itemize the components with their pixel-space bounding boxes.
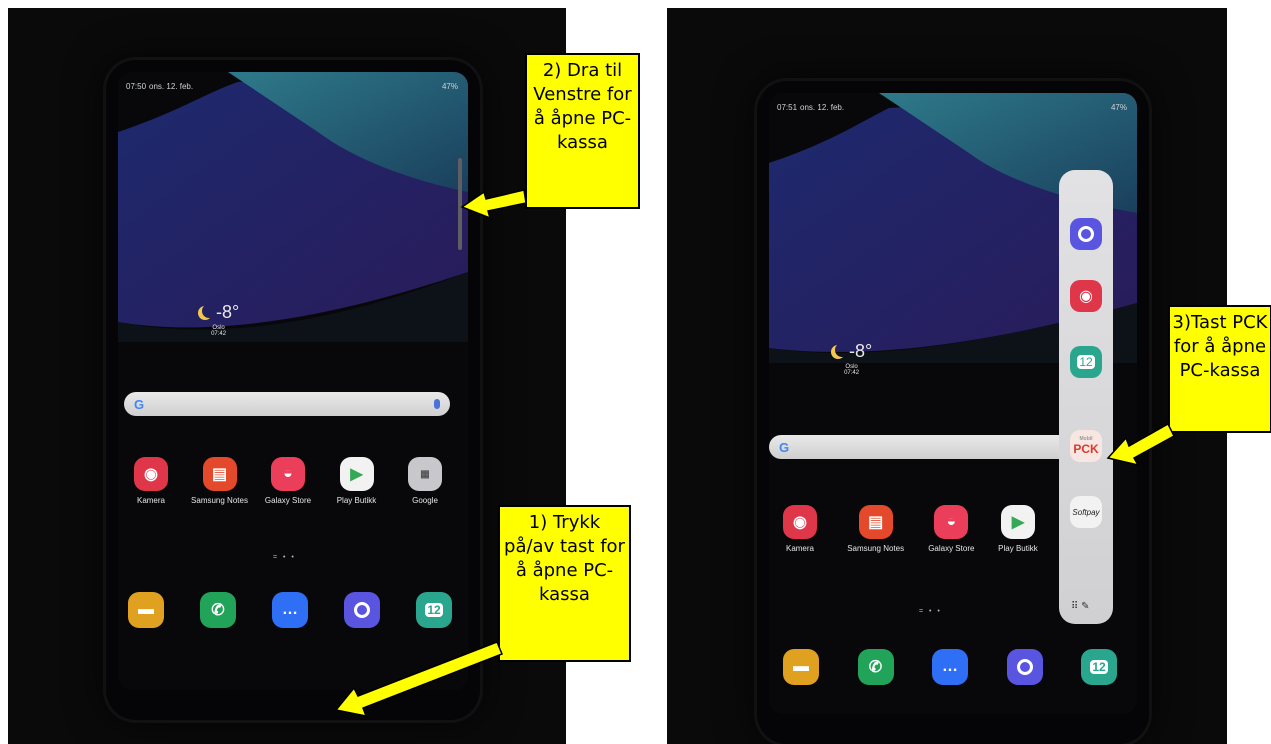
phone-icon[interactable]: ✆ — [200, 592, 236, 628]
page-indicator: = • • — [273, 554, 296, 561]
camera-icon: ◉ — [783, 505, 817, 539]
app-label: Kamera — [785, 544, 814, 553]
tablet-left: 07:50 ons. 12. feb. 47% -8° Oslo 07:42 G … — [106, 60, 480, 720]
home-screen-left: 07:50 ons. 12. feb. 47% -8° Oslo 07:42 G … — [118, 72, 468, 690]
notes-icon: ▤ — [858, 505, 893, 539]
app-google-folder[interactable]: ▦ Google — [394, 457, 456, 505]
internet-icon[interactable] — [1070, 218, 1102, 250]
app-galaxy-store[interactable]: ◒ Galaxy Store — [257, 457, 319, 505]
google-folder-icon: ▦ — [408, 457, 442, 491]
store-bag-icon: ◒ — [934, 505, 969, 539]
calendar-day: 12 — [1077, 355, 1095, 369]
weather-time: 07:42 — [844, 370, 860, 376]
internet-icon[interactable] — [344, 592, 380, 628]
google-icon: G — [134, 396, 145, 412]
moon-icon — [202, 304, 216, 318]
camera-icon[interactable]: ◉ — [1070, 280, 1102, 312]
app-label: Google — [412, 496, 438, 505]
status-date: ons. 12. feb. — [149, 82, 194, 91]
status-time: 07:51 — [777, 103, 798, 112]
app-row: ◉ Kamera ▤ Samsung Notes ◒ Galaxy Store ▶ Pl… — [120, 457, 456, 505]
edge-panel: ◉ 12 Mobil PCK Softpay ⠿ ✎ — [1059, 170, 1113, 624]
app-label: Samsung Notes — [191, 496, 248, 505]
notes-icon: ▤ — [202, 457, 237, 491]
status-bar: 07:51 ons. 12. feb. 47% — [777, 103, 1127, 112]
files-icon[interactable]: ▬ — [783, 649, 819, 685]
temperature: -8° — [849, 341, 873, 361]
play-store-icon: ▶ — [339, 457, 374, 491]
google-search-bar[interactable]: G — [769, 435, 1079, 459]
right-photo: 07:51 ons. 12. feb. 47% -8° Oslo 07:42 G … — [667, 8, 1227, 744]
pck-label: PCK — [1073, 442, 1099, 456]
weather-widget[interactable]: -8° Oslo 07:42 — [198, 302, 239, 337]
calendar-icon[interactable]: 12 — [1070, 346, 1102, 378]
calendar-icon[interactable]: 12 — [416, 592, 452, 628]
camera-icon: ◉ — [134, 457, 168, 491]
dock: ▬ ✆ … 12 — [128, 592, 452, 628]
app-samsung-notes[interactable]: ▤ Samsung Notes — [836, 505, 916, 553]
softpay-app-icon[interactable]: Softpay — [1070, 496, 1102, 528]
callout-power-button: 1) Trykk på/av tast for å åpne PC-kassa — [498, 505, 631, 662]
internet-icon[interactable] — [1006, 649, 1043, 685]
files-icon[interactable]: ▬ — [128, 592, 164, 628]
calendar-icon[interactable]: 12 — [1081, 649, 1117, 685]
google-search-bar[interactable]: G — [124, 392, 450, 416]
page-indicator: = • • — [919, 608, 942, 615]
left-photo: 07:50 ons. 12. feb. 47% -8° Oslo 07:42 G … — [8, 8, 566, 744]
app-label: Kamera — [136, 496, 165, 505]
messages-icon[interactable]: … — [932, 649, 968, 685]
weather-widget[interactable]: -8° Oslo 07:42 — [831, 341, 872, 376]
dock: ▬ ✆ … 12 — [783, 649, 1117, 685]
weather-time: 07:42 — [211, 331, 227, 337]
app-kamera[interactable]: ◉ Kamera — [769, 505, 831, 553]
softpay-label: Softpay — [1072, 507, 1100, 517]
pck-app-icon[interactable]: Mobil PCK — [1070, 430, 1102, 462]
status-time: 07:50 — [126, 82, 147, 91]
play-store-icon: ▶ — [1000, 505, 1035, 539]
app-label: Play Butikk — [336, 496, 377, 505]
moon-icon — [835, 343, 849, 357]
wallpaper — [118, 72, 468, 342]
messages-icon[interactable]: … — [272, 592, 308, 628]
app-samsung-notes[interactable]: ▤ Samsung Notes — [189, 457, 251, 505]
calendar-day: 12 — [1090, 660, 1108, 674]
app-label: Galaxy Store — [264, 496, 312, 505]
app-label: Samsung Notes — [847, 544, 905, 553]
temperature: -8° — [216, 302, 240, 322]
phone-icon[interactable]: ✆ — [857, 649, 894, 685]
app-row: ◉ Kamera ▤ Samsung Notes ◒ Galaxy Store ▶ Pl… — [769, 505, 1049, 553]
app-kamera[interactable]: ◉ Kamera — [120, 457, 182, 505]
app-play-butikk[interactable]: ▶ Play Butikk — [326, 457, 388, 505]
battery-level: 47% — [1110, 103, 1127, 112]
mic-icon[interactable] — [434, 399, 440, 409]
callout-swipe-left: 2) Dra til Venstre for å åpne PC-kassa — [525, 53, 640, 209]
app-galaxy-store[interactable]: ◒ Galaxy Store — [920, 505, 982, 553]
edge-panel-edit[interactable]: ⠿ ✎ — [1071, 601, 1089, 612]
battery-level: 47% — [441, 82, 458, 91]
status-date: ons. 12. feb. — [800, 103, 845, 112]
app-label: Galaxy Store — [928, 544, 975, 553]
edge-panel-handle[interactable] — [458, 158, 462, 250]
google-icon: G — [779, 439, 790, 455]
status-bar: 07:50 ons. 12. feb. 47% — [126, 82, 458, 91]
callout-tap-pck: 3)Tast PCK for å åpne PC-kassa — [1168, 305, 1271, 433]
app-play-butikk[interactable]: ▶ Play Butikk — [987, 505, 1049, 553]
calendar-day: 12 — [425, 603, 443, 617]
store-bag-icon: ◒ — [271, 457, 305, 491]
app-label: Play Butikk — [998, 544, 1038, 553]
